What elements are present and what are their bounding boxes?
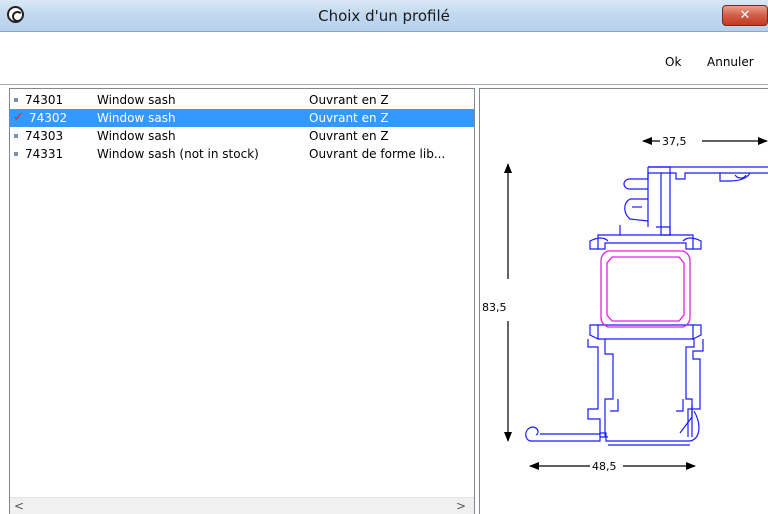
profile-outline bbox=[525, 166, 768, 446]
list-item-selected[interactable]: ✓ 74302 Window sash Ouvrant en Z bbox=[10, 109, 474, 127]
profile-code: 74302 bbox=[29, 111, 68, 125]
gasket-outline bbox=[600, 250, 691, 328]
scroll-left-arrow-icon[interactable]: < bbox=[14, 499, 24, 513]
profile-code: 74301 bbox=[25, 93, 64, 107]
list-item[interactable]: 74301 Window sash Ouvrant en Z bbox=[10, 91, 474, 109]
profile-name: Window sash bbox=[97, 129, 176, 143]
list-item[interactable]: 74303 Window sash Ouvrant en Z bbox=[10, 127, 474, 145]
profile-description: Ouvrant en Z bbox=[309, 93, 389, 107]
ok-button[interactable]: Ok bbox=[665, 55, 681, 71]
horizontal-scrollbar[interactable]: < > bbox=[10, 497, 474, 514]
cancel-button[interactable]: Annuler bbox=[707, 55, 754, 71]
dimension-top-label: 37,5 bbox=[662, 135, 687, 148]
profile-code: 74331 bbox=[25, 147, 64, 161]
profile-description: Ouvrant en Z bbox=[309, 129, 389, 143]
title-bar[interactable]: Choix d'un profilé ✕ bbox=[0, 0, 768, 32]
dimension-left: 83,5 bbox=[482, 163, 512, 442]
bullet-icon bbox=[14, 98, 18, 102]
profile-name: Window sash bbox=[97, 93, 176, 107]
window-title: Choix d'un profilé bbox=[318, 7, 450, 25]
profile-list[interactable]: 74301 Window sash Ouvrant en Z ✓ 74302 W… bbox=[9, 88, 475, 514]
dimension-left-label: 83,5 bbox=[482, 301, 507, 314]
profile-description: Ouvrant de forme lib... bbox=[309, 147, 446, 161]
checkmark-icon: ✓ bbox=[13, 110, 24, 125]
bullet-icon bbox=[14, 134, 18, 138]
scroll-right-arrow-icon[interactable]: > bbox=[456, 499, 466, 513]
dimension-bottom-label: 48,5 bbox=[592, 460, 617, 473]
list-item[interactable]: 74331 Window sash (not in stock) Ouvrant… bbox=[10, 145, 474, 163]
profile-preview: 37,5 83,5 48,5 bbox=[479, 88, 768, 514]
dimension-bottom: 48,5 bbox=[529, 460, 696, 473]
profile-code: 74303 bbox=[25, 129, 64, 143]
profile-drawing: 37,5 83,5 48,5 bbox=[482, 135, 768, 473]
close-button[interactable]: ✕ bbox=[722, 5, 768, 26]
profile-name: Window sash (not in stock) bbox=[97, 147, 259, 161]
bullet-icon bbox=[14, 152, 18, 156]
profile-description: Ouvrant en Z bbox=[309, 111, 389, 125]
dimension-top: 37,5 bbox=[642, 135, 768, 148]
profile-name: Window sash bbox=[97, 111, 176, 125]
toolbar: Ok Annuler bbox=[0, 33, 768, 85]
